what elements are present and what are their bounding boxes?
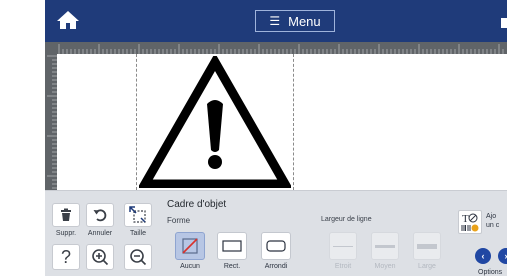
- undo-icon: [93, 209, 107, 222]
- text-barcode-icon: T: [461, 213, 479, 232]
- line-width-section-label: Largeur de ligne: [321, 216, 372, 223]
- shape-rounded-button[interactable]: [261, 232, 291, 260]
- medium-line-icon: [375, 244, 395, 248]
- resize-label: Taille: [130, 230, 146, 237]
- shape-none-button[interactable]: [175, 232, 205, 260]
- hamburger-icon: ☰: [269, 14, 281, 28]
- top-ruler: [45, 42, 507, 54]
- shape-rect-button[interactable]: [217, 232, 247, 260]
- line-width-wide-button[interactable]: [413, 232, 441, 260]
- menu-label: Menu: [288, 13, 321, 29]
- add-object-button[interactable]: T: [458, 210, 482, 234]
- question-icon: ?: [60, 246, 71, 267]
- add-object-label: Ajo un c: [486, 212, 507, 230]
- menu-button[interactable]: ☰ Menu: [255, 10, 335, 32]
- line-width-narrow-label: Etroit: [334, 263, 352, 270]
- thick-line-icon: [417, 243, 437, 249]
- zoom-in-button[interactable]: [86, 244, 114, 270]
- label-canvas[interactable]: [57, 54, 507, 190]
- options-label: Options: [478, 269, 503, 276]
- trash-icon: [61, 208, 71, 221]
- panel-title: Cadre d'objet: [167, 199, 227, 210]
- line-width-narrow-button[interactable]: [329, 232, 357, 260]
- chevron-left-icon[interactable]: ‹: [475, 248, 491, 264]
- zoom-out-icon: [130, 249, 147, 266]
- thin-line-icon: [333, 245, 353, 247]
- screen-frame: ☰ Menu Suppr. Annuler Taille ? Cadre d'o…: [0, 0, 507, 276]
- left-margin: [0, 0, 45, 276]
- chevron-right-icon[interactable]: ›: [498, 248, 507, 264]
- rounded-rectangle-icon: [266, 240, 286, 252]
- label-editor-app: ☰ Menu Suppr. Annuler Taille ? Cadre d'o…: [45, 0, 507, 276]
- left-ruler: [45, 54, 57, 190]
- line-width-medium-label: Moyen: [374, 263, 396, 270]
- line-width-medium-button[interactable]: [371, 232, 399, 260]
- zoom-in-icon: [92, 249, 109, 266]
- warning-triangle-icon[interactable]: [139, 56, 291, 188]
- undo-button[interactable]: [86, 203, 114, 227]
- right-edge-icon[interactable]: [501, 18, 507, 28]
- svg-text:T: T: [462, 213, 469, 225]
- delete-label: Suppr.: [55, 230, 77, 237]
- resize-icon: [129, 206, 146, 223]
- resize-button[interactable]: [124, 203, 152, 227]
- no-frame-icon: [182, 238, 198, 254]
- add-object-label-line2: un c: [486, 222, 500, 229]
- line-width-wide-label: Large: [418, 263, 436, 270]
- delete-button[interactable]: [52, 203, 80, 227]
- add-object-label-line1: Ajo: [486, 213, 497, 220]
- home-icon[interactable]: [55, 8, 81, 32]
- shape-rounded-label: Arrondi: [264, 263, 288, 270]
- zoom-out-button[interactable]: [124, 244, 152, 270]
- undo-label: Annuler: [87, 230, 113, 237]
- help-button[interactable]: ?: [52, 244, 80, 270]
- shape-none-label: Aucun: [180, 263, 200, 270]
- shape-section-label: Forme: [167, 216, 191, 225]
- shape-rect-label: Rect.: [223, 263, 241, 270]
- rectangle-icon: [222, 240, 242, 252]
- top-bar: ☰ Menu: [45, 0, 507, 42]
